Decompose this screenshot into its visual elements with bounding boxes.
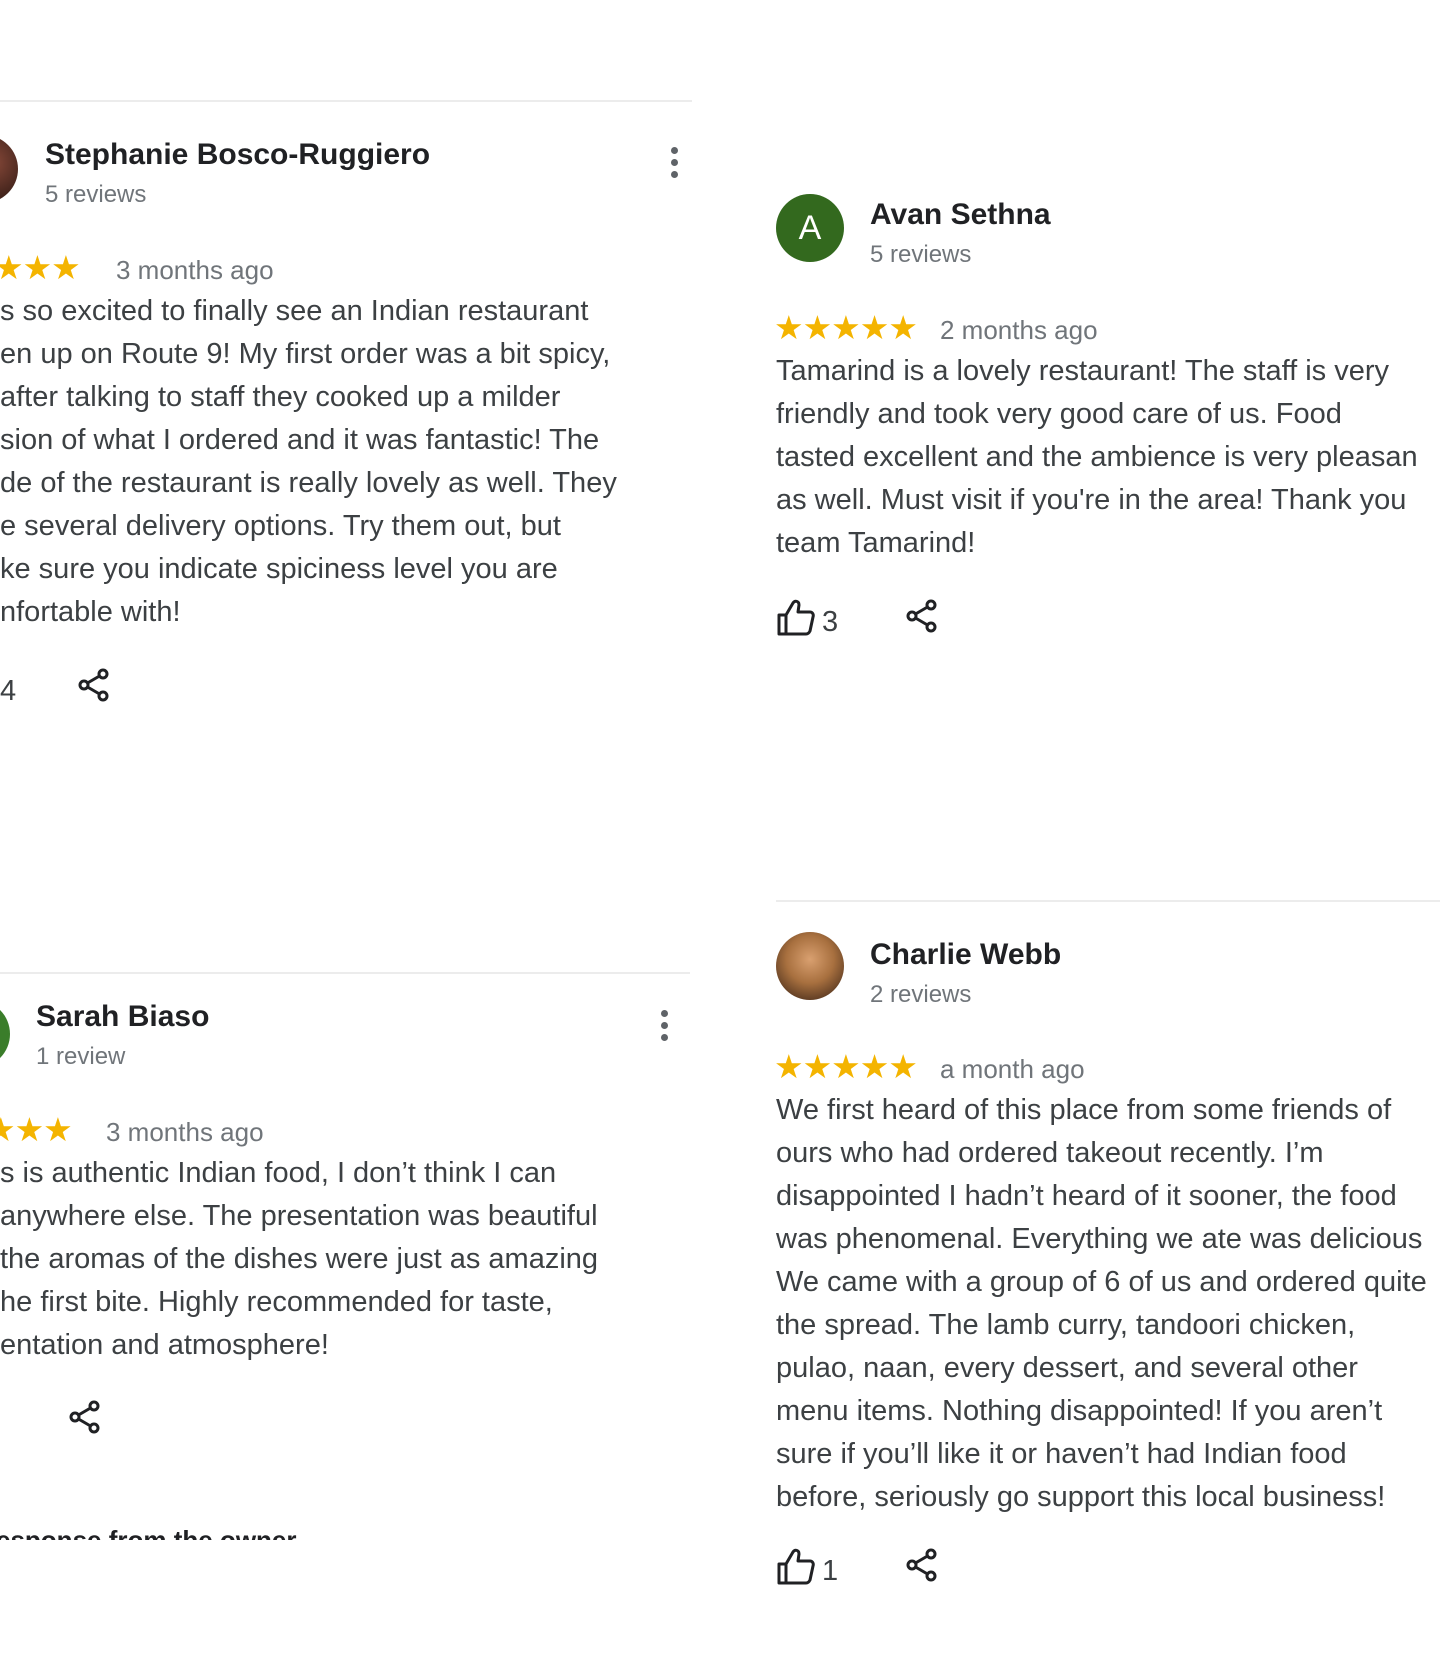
- avatar[interactable]: [0, 135, 18, 203]
- reviewer-name[interactable]: Charlie Webb: [870, 938, 1061, 972]
- like-count: 3: [822, 606, 839, 638]
- review-count: 5 reviews: [45, 181, 147, 208]
- review-card-stephanie: Stephanie Bosco-Ruggiero 5 reviews ★★★ 3…: [0, 0, 700, 900]
- review-card-avan: A Avan Sethna 5 reviews ★★★★★ 2 months a…: [776, 0, 1440, 900]
- more-vert-icon[interactable]: [670, 147, 678, 181]
- reviewer-name[interactable]: Sarah Biaso: [36, 1000, 209, 1034]
- share-icon[interactable]: [904, 598, 940, 634]
- star-rating: ★★★: [0, 249, 81, 286]
- avatar[interactable]: [0, 1000, 10, 1068]
- share-icon[interactable]: [76, 667, 112, 703]
- review-date: 3 months ago: [106, 1117, 264, 1147]
- reviewer-name[interactable]: Avan Sethna: [870, 198, 1051, 232]
- avatar[interactable]: [776, 932, 844, 1000]
- review-count: 5 reviews: [870, 241, 972, 268]
- reviewer-name[interactable]: Stephanie Bosco-Ruggiero: [45, 138, 430, 172]
- divider: [0, 100, 692, 102]
- like-count: 1: [822, 1555, 839, 1587]
- like-count: 4: [0, 675, 17, 707]
- review-date: 2 months ago: [940, 315, 1098, 345]
- review-text: Tamarind is a lovely restaurant! The sta…: [776, 355, 1418, 559]
- star-rating: ★★★★★: [776, 309, 918, 346]
- star-rating: ★★★★★: [776, 1048, 918, 1085]
- share-icon[interactable]: [67, 1399, 103, 1435]
- review-text: s is authentic Indian food, I don’t thin…: [0, 1157, 599, 1361]
- star-rating: ★★★: [0, 1111, 73, 1148]
- review-card-sarah: Sarah Biaso 1 review ★★★ 3 months ago s …: [0, 900, 700, 1540]
- more-vert-icon[interactable]: [660, 1010, 668, 1044]
- divider: [776, 900, 1440, 902]
- divider: [0, 972, 690, 974]
- share-icon[interactable]: [904, 1547, 940, 1583]
- review-date: 3 months ago: [116, 255, 274, 285]
- thumbs-up-icon[interactable]: [776, 1548, 816, 1586]
- review-text: We first heard of this place from some f…: [776, 1094, 1427, 1513]
- review-count: 2 reviews: [870, 981, 972, 1008]
- review-text: s so excited to finally see an Indian re…: [0, 295, 617, 628]
- review-date: a month ago: [940, 1054, 1085, 1084]
- avatar[interactable]: A: [776, 194, 844, 262]
- review-card-charlie: Charlie Webb 2 reviews ★★★★★ a month ago…: [776, 900, 1440, 1671]
- thumbs-up-icon[interactable]: [776, 599, 816, 637]
- owner-response-heading[interactable]: esponse from the owner: [0, 1520, 297, 1540]
- review-count: 1 review: [36, 1043, 126, 1070]
